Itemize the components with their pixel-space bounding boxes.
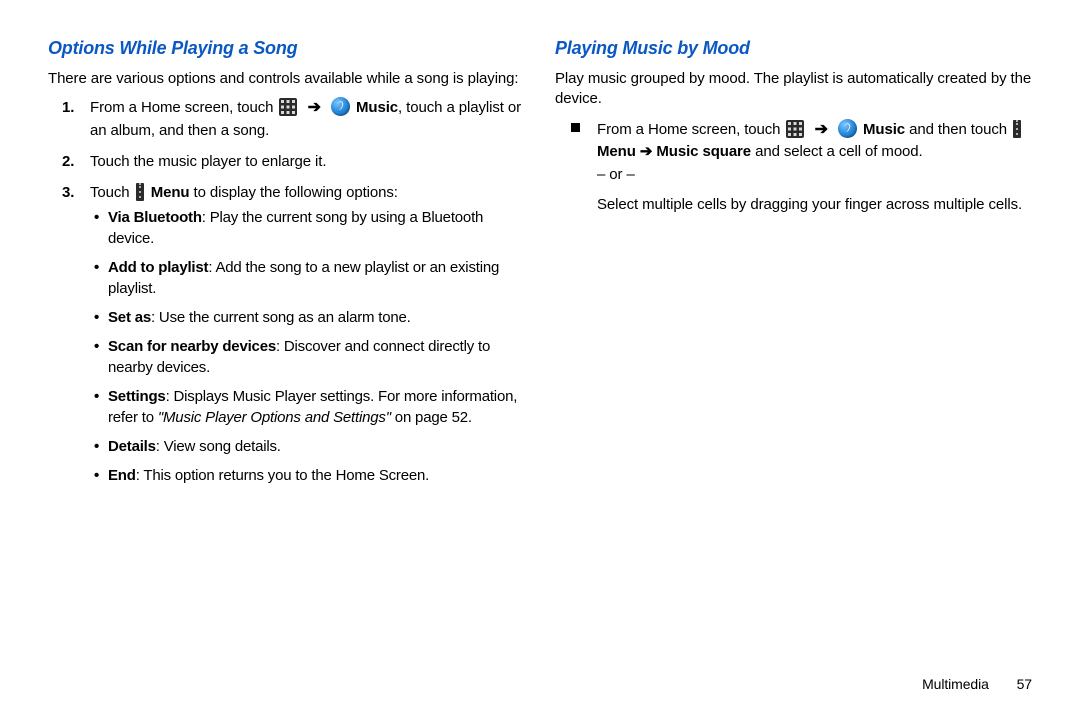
- step-text: Touch: [90, 184, 134, 201]
- music-label: Music: [356, 99, 398, 116]
- bullet-via-bluetooth: Via Bluetooth: Play the current song by …: [108, 207, 525, 249]
- right-column: Playing Music by Mood Play music grouped…: [555, 38, 1032, 496]
- steps-list: 1. From a Home screen, touch ➔ Music, to…: [48, 97, 525, 485]
- apps-grid-icon: [786, 120, 804, 138]
- menu-label: Menu: [151, 184, 190, 201]
- square-bullet-icon: [571, 123, 580, 132]
- footer-section: Multimedia: [922, 676, 989, 692]
- music-app-icon: [331, 97, 350, 116]
- menu-dots-icon: [136, 183, 144, 201]
- music-square-label: Music square: [656, 143, 751, 160]
- page-footer: Multimedia 57: [922, 676, 1032, 692]
- step-text: and then touch: [905, 121, 1011, 138]
- bullet-set-as: Set as: Use the current song as an alarm…: [108, 307, 525, 328]
- bullet-details: Details: View song details.: [108, 436, 525, 457]
- step-2: 2. Touch the music player to enlarge it.: [90, 151, 525, 172]
- heading-options: Options While Playing a Song: [48, 38, 525, 59]
- step-text-tail: to display the following options:: [194, 184, 398, 201]
- bullet-scan-nearby: Scan for nearby devices: Discover and co…: [108, 336, 525, 378]
- step-number: 1.: [62, 97, 74, 118]
- step-text: From a Home screen, touch: [597, 121, 784, 138]
- intro-left: There are various options and controls a…: [48, 69, 525, 89]
- arrow-icon: ➔: [308, 99, 321, 116]
- bullet-end: End: This option returns you to the Home…: [108, 465, 525, 486]
- bullet-add-playlist: Add to playlist: Add the song to a new p…: [108, 257, 525, 299]
- or-divider: – or –: [597, 164, 1032, 186]
- intro-right: Play music grouped by mood. The playlist…: [555, 69, 1032, 110]
- music-app-icon: [838, 119, 857, 138]
- arrow-text: ➔: [636, 143, 657, 160]
- page-content: Options While Playing a Song There are v…: [0, 0, 1080, 496]
- step-number: 3.: [62, 182, 74, 203]
- heading-mood: Playing Music by Mood: [555, 38, 1032, 59]
- arrow-icon: ➔: [815, 121, 828, 138]
- step-1: 1. From a Home screen, touch ➔ Music, to…: [90, 97, 525, 140]
- step-text: From a Home screen, touch: [90, 99, 277, 116]
- menu-label: Menu: [597, 143, 636, 160]
- apps-grid-icon: [279, 98, 297, 116]
- menu-dots-icon: [1013, 120, 1021, 138]
- step-text-tail: and select a cell of mood.: [751, 143, 923, 160]
- footer-page-number: 57: [1017, 676, 1032, 692]
- mood-step-list: From a Home screen, touch ➔ Music and th…: [555, 118, 1032, 216]
- bullet-settings: Settings: Displays Music Player settings…: [108, 386, 525, 428]
- music-label: Music: [863, 121, 905, 138]
- left-column: Options While Playing a Song There are v…: [48, 38, 525, 496]
- step-text: Touch the music player to enlarge it.: [90, 153, 326, 170]
- step-alt-text: Select multiple cells by dragging your f…: [597, 194, 1032, 216]
- options-bullets: Via Bluetooth: Play the current song by …: [90, 207, 525, 486]
- step-3: 3. Touch Menu to display the following o…: [90, 182, 525, 486]
- mood-step: From a Home screen, touch ➔ Music and th…: [597, 118, 1032, 216]
- step-number: 2.: [62, 151, 74, 172]
